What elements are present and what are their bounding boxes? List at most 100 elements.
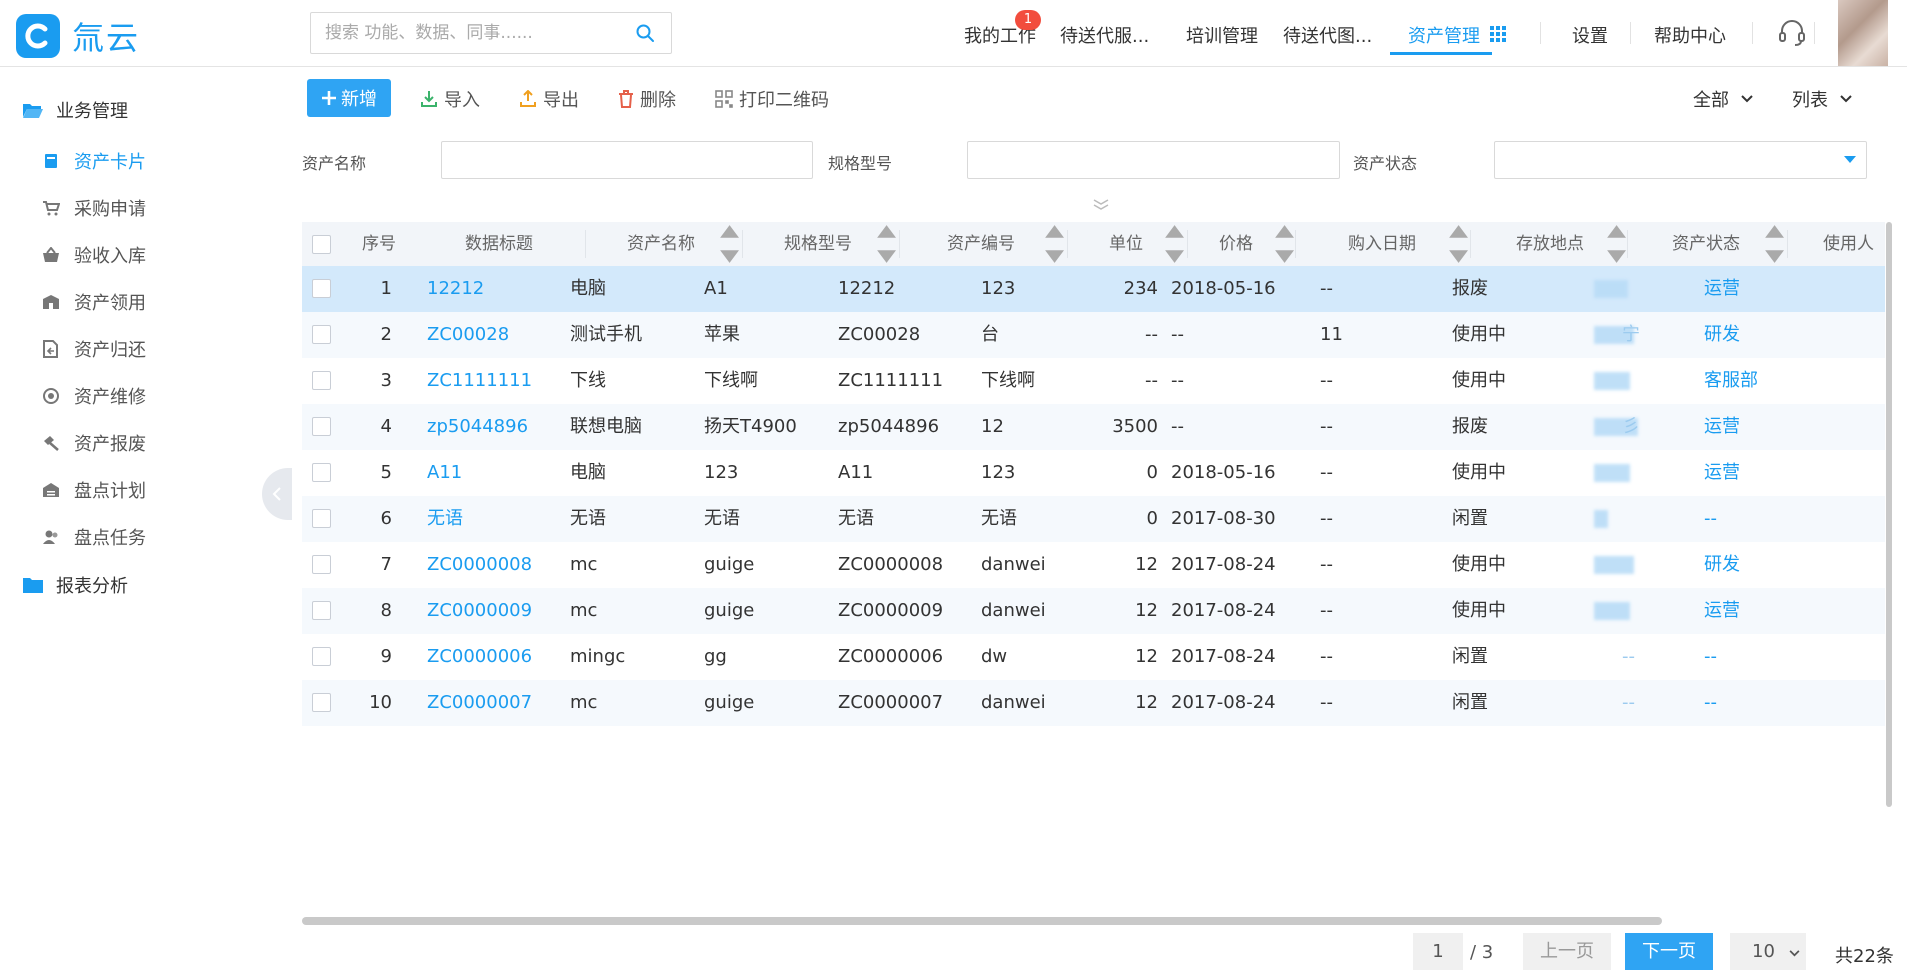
sidebar-item-repair[interactable]: 资产维修 (42, 383, 146, 409)
filter-scope-dropdown[interactable]: 全部 (1693, 86, 1753, 112)
print-qr-button[interactable]: 打印二维码 (715, 86, 829, 112)
column-divider[interactable] (1627, 230, 1628, 258)
page-size-select[interactable]: 10 (1730, 933, 1806, 970)
horizontal-scrollbar[interactable] (302, 917, 1662, 925)
table-row[interactable]: 2 ZC00028 测试手机 苹果 ZC00028 台 -- -- 11 使用中 宁 研发 (302, 312, 1885, 358)
export-button[interactable]: 导出 (519, 86, 579, 112)
table-row[interactable]: 5 A11 电脑 123 A11 123 0 2018-05-16 -- 使用中 运营 (302, 450, 1885, 496)
column-divider[interactable] (1187, 230, 1188, 258)
cell-title[interactable]: A11 (427, 450, 462, 496)
column-divider[interactable] (1470, 230, 1471, 258)
column-header[interactable]: 数据标题 (465, 222, 533, 266)
table-row[interactable]: 10 ZC0000007 mc guige ZC0000007 danwei 12 2017-… (302, 680, 1885, 726)
cell-title[interactable]: zp5044896 (427, 404, 528, 450)
cell-department[interactable]: 运营 (1704, 588, 1740, 634)
search-input[interactable] (311, 13, 621, 53)
select-all-checkbox[interactable] (312, 235, 331, 254)
cell-title[interactable]: ZC0000009 (427, 588, 532, 634)
cell-title[interactable]: 无语 (427, 496, 463, 542)
sidebar-item-return[interactable]: 资产归还 (42, 336, 146, 362)
grid-icon[interactable] (1490, 26, 1506, 46)
sidebar-group-business[interactable]: 业务管理 (22, 97, 128, 123)
sidebar-item-requisition[interactable]: 资产领用 (42, 289, 146, 315)
sidebar-item-inventory-plan[interactable]: 盘点计划 (42, 477, 146, 503)
global-search[interactable] (310, 12, 672, 54)
next-page-button[interactable]: 下一页 (1625, 933, 1713, 970)
nav-pending-service[interactable]: 待送代服... (1060, 22, 1149, 48)
cell-department[interactable]: 研发 (1704, 542, 1740, 588)
column-divider[interactable] (1067, 230, 1068, 258)
sidebar-item-receiving[interactable]: 验收入库 (42, 242, 146, 268)
asset-name-input[interactable] (441, 141, 813, 179)
row-checkbox[interactable] (312, 371, 331, 390)
nav-settings[interactable]: 设置 (1572, 22, 1608, 48)
nav-pending-chart[interactable]: 待送代图... (1283, 22, 1372, 48)
cell-department[interactable]: -- (1704, 680, 1717, 726)
table-row[interactable]: 8 ZC0000009 mc guige ZC0000009 danwei 12 2017-0… (302, 588, 1885, 634)
avatar[interactable] (1838, 0, 1888, 66)
cell-title[interactable]: ZC1111111 (427, 358, 532, 404)
column-divider[interactable] (899, 230, 900, 258)
column-header[interactable]: 资产状态 (1672, 222, 1740, 266)
nav-asset-management[interactable]: 资产管理 (1408, 22, 1480, 48)
column-header[interactable]: 规格型号 (784, 222, 852, 266)
sidebar-item-scrap[interactable]: 资产报废 (42, 430, 146, 456)
row-checkbox[interactable] (312, 417, 331, 436)
row-checkbox[interactable] (312, 555, 331, 574)
column-divider[interactable] (1295, 230, 1296, 258)
column-divider[interactable] (585, 230, 586, 258)
cell-department[interactable]: 运营 (1704, 404, 1740, 450)
row-checkbox[interactable] (312, 463, 331, 482)
cell-department[interactable]: 运营 (1704, 450, 1740, 496)
row-checkbox[interactable] (312, 601, 331, 620)
table-row[interactable]: 1 12212 电脑 A1 12212 123 234 2018-05-16 -- 报废 运营 (302, 266, 1885, 312)
add-button[interactable]: 新增 (307, 79, 391, 117)
import-button[interactable]: 导入 (420, 86, 480, 112)
app-logo[interactable]: 氚云 (16, 13, 140, 59)
row-checkbox[interactable] (312, 509, 331, 528)
vertical-scrollbar[interactable] (1886, 222, 1892, 807)
cell-department[interactable]: -- (1704, 634, 1717, 680)
sidebar-group-reports[interactable]: 报表分析 (22, 572, 128, 598)
row-checkbox[interactable] (312, 325, 331, 344)
column-header[interactable]: 使用人 (1823, 222, 1874, 266)
column-header[interactable]: 价格 (1219, 222, 1253, 266)
nav-help-center[interactable]: 帮助中心 (1654, 22, 1726, 48)
table-row[interactable]: 7 ZC0000008 mc guige ZC0000008 danwei 12 2017-0… (302, 542, 1885, 588)
cell-title[interactable]: 12212 (427, 266, 484, 312)
prev-page-button[interactable]: 上一页 (1523, 933, 1611, 970)
column-header[interactable]: 资产名称 (627, 222, 695, 266)
row-checkbox[interactable] (312, 693, 331, 712)
table-row[interactable]: 4 zp5044896 联想电脑 扬天T4900 zp5044896 12 3500 -- --… (302, 404, 1885, 450)
column-divider[interactable] (1787, 230, 1788, 258)
search-icon[interactable] (635, 23, 655, 47)
table-row[interactable]: 6 无语 无语 无语 无语 无语 0 2017-08-30 -- 闲置 -- (302, 496, 1885, 542)
headset-icon[interactable] (1778, 18, 1806, 52)
asset-status-select[interactable] (1494, 141, 1867, 179)
sidebar-item-inventory-task[interactable]: 盘点任务 (42, 524, 146, 550)
cell-department[interactable]: -- (1704, 496, 1717, 542)
page-number-input[interactable]: 1 (1413, 933, 1463, 970)
column-header[interactable]: 购入日期 (1348, 222, 1416, 266)
column-header[interactable]: 资产编号 (947, 222, 1015, 266)
cell-title[interactable]: ZC0000007 (427, 680, 532, 726)
nav-training[interactable]: 培训管理 (1186, 22, 1258, 48)
table-row[interactable]: 3 ZC1111111 下线 下线啊 ZC1111111 下线啊 -- -- -- 使用中 客服部 (302, 358, 1885, 404)
column-header[interactable]: 单位 (1109, 222, 1143, 266)
row-checkbox[interactable] (312, 279, 331, 298)
table-row[interactable]: 9 ZC0000006 mingc gg ZC0000006 dw 12 2017-08-24… (302, 634, 1885, 680)
cell-title[interactable]: ZC0000006 (427, 634, 532, 680)
cell-department[interactable]: 运营 (1704, 266, 1740, 312)
cell-title[interactable]: ZC0000008 (427, 542, 532, 588)
column-header[interactable]: 存放地点 (1516, 222, 1584, 266)
sidebar-item-purchase[interactable]: 采购申请 (42, 195, 146, 221)
row-checkbox[interactable] (312, 647, 331, 666)
cell-title[interactable]: ZC00028 (427, 312, 509, 358)
delete-button[interactable]: 删除 (618, 86, 676, 112)
expand-filters-icon[interactable] (1092, 196, 1110, 215)
spec-model-input[interactable] (967, 141, 1340, 179)
column-divider[interactable] (742, 230, 743, 258)
view-mode-dropdown[interactable]: 列表 (1792, 86, 1852, 112)
cell-department[interactable]: 研发 (1704, 312, 1740, 358)
sidebar-item-asset-card[interactable]: 资产卡片 (42, 148, 146, 174)
